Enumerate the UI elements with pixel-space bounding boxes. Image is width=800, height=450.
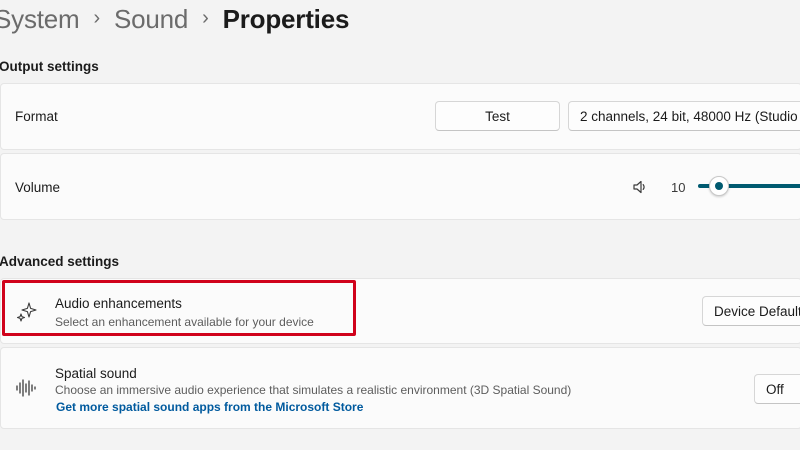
volume-label: Volume [15,180,61,195]
format-dropdown[interactable]: 2 channels, 24 bit, 48000 Hz (Studio Q [568,101,800,131]
breadcrumb: System › Sound › Properties [0,2,349,36]
chevron-right-icon: › [202,6,209,29]
sound-wave-icon [16,379,36,397]
volume-card: Volume 10 [0,153,800,220]
spatial-sound-title: Spatial sound [55,366,137,381]
speaker-icon[interactable] [632,179,648,195]
output-settings-heading: Output settings [0,59,99,74]
spatial-sound-card: Spatial sound Choose an immersive audio … [0,347,800,429]
highlight-box [2,280,356,336]
format-label: Format [15,109,58,124]
volume-slider-thumb-dot [715,182,723,190]
breadcrumb-sound[interactable]: Sound [114,4,188,35]
volume-slider-thumb[interactable] [709,176,729,196]
spatial-sound-subtitle: Choose an immersive audio experience tha… [55,383,572,397]
page-title: Properties [222,3,350,34]
chevron-right-icon: › [93,6,100,29]
format-card: Format Test 2 channels, 24 bit, 48000 Hz… [0,83,800,150]
test-button[interactable]: Test [435,101,560,131]
spatial-sound-dropdown[interactable]: Off [754,374,800,404]
volume-value: 10 [671,180,686,195]
breadcrumb-system[interactable]: System [0,4,80,35]
audio-enhancements-dropdown[interactable]: Device Default [702,296,800,326]
advanced-settings-heading: Advanced settings [0,254,120,269]
microsoft-store-link[interactable]: Get more spatial sound apps from the Mic… [56,400,363,414]
